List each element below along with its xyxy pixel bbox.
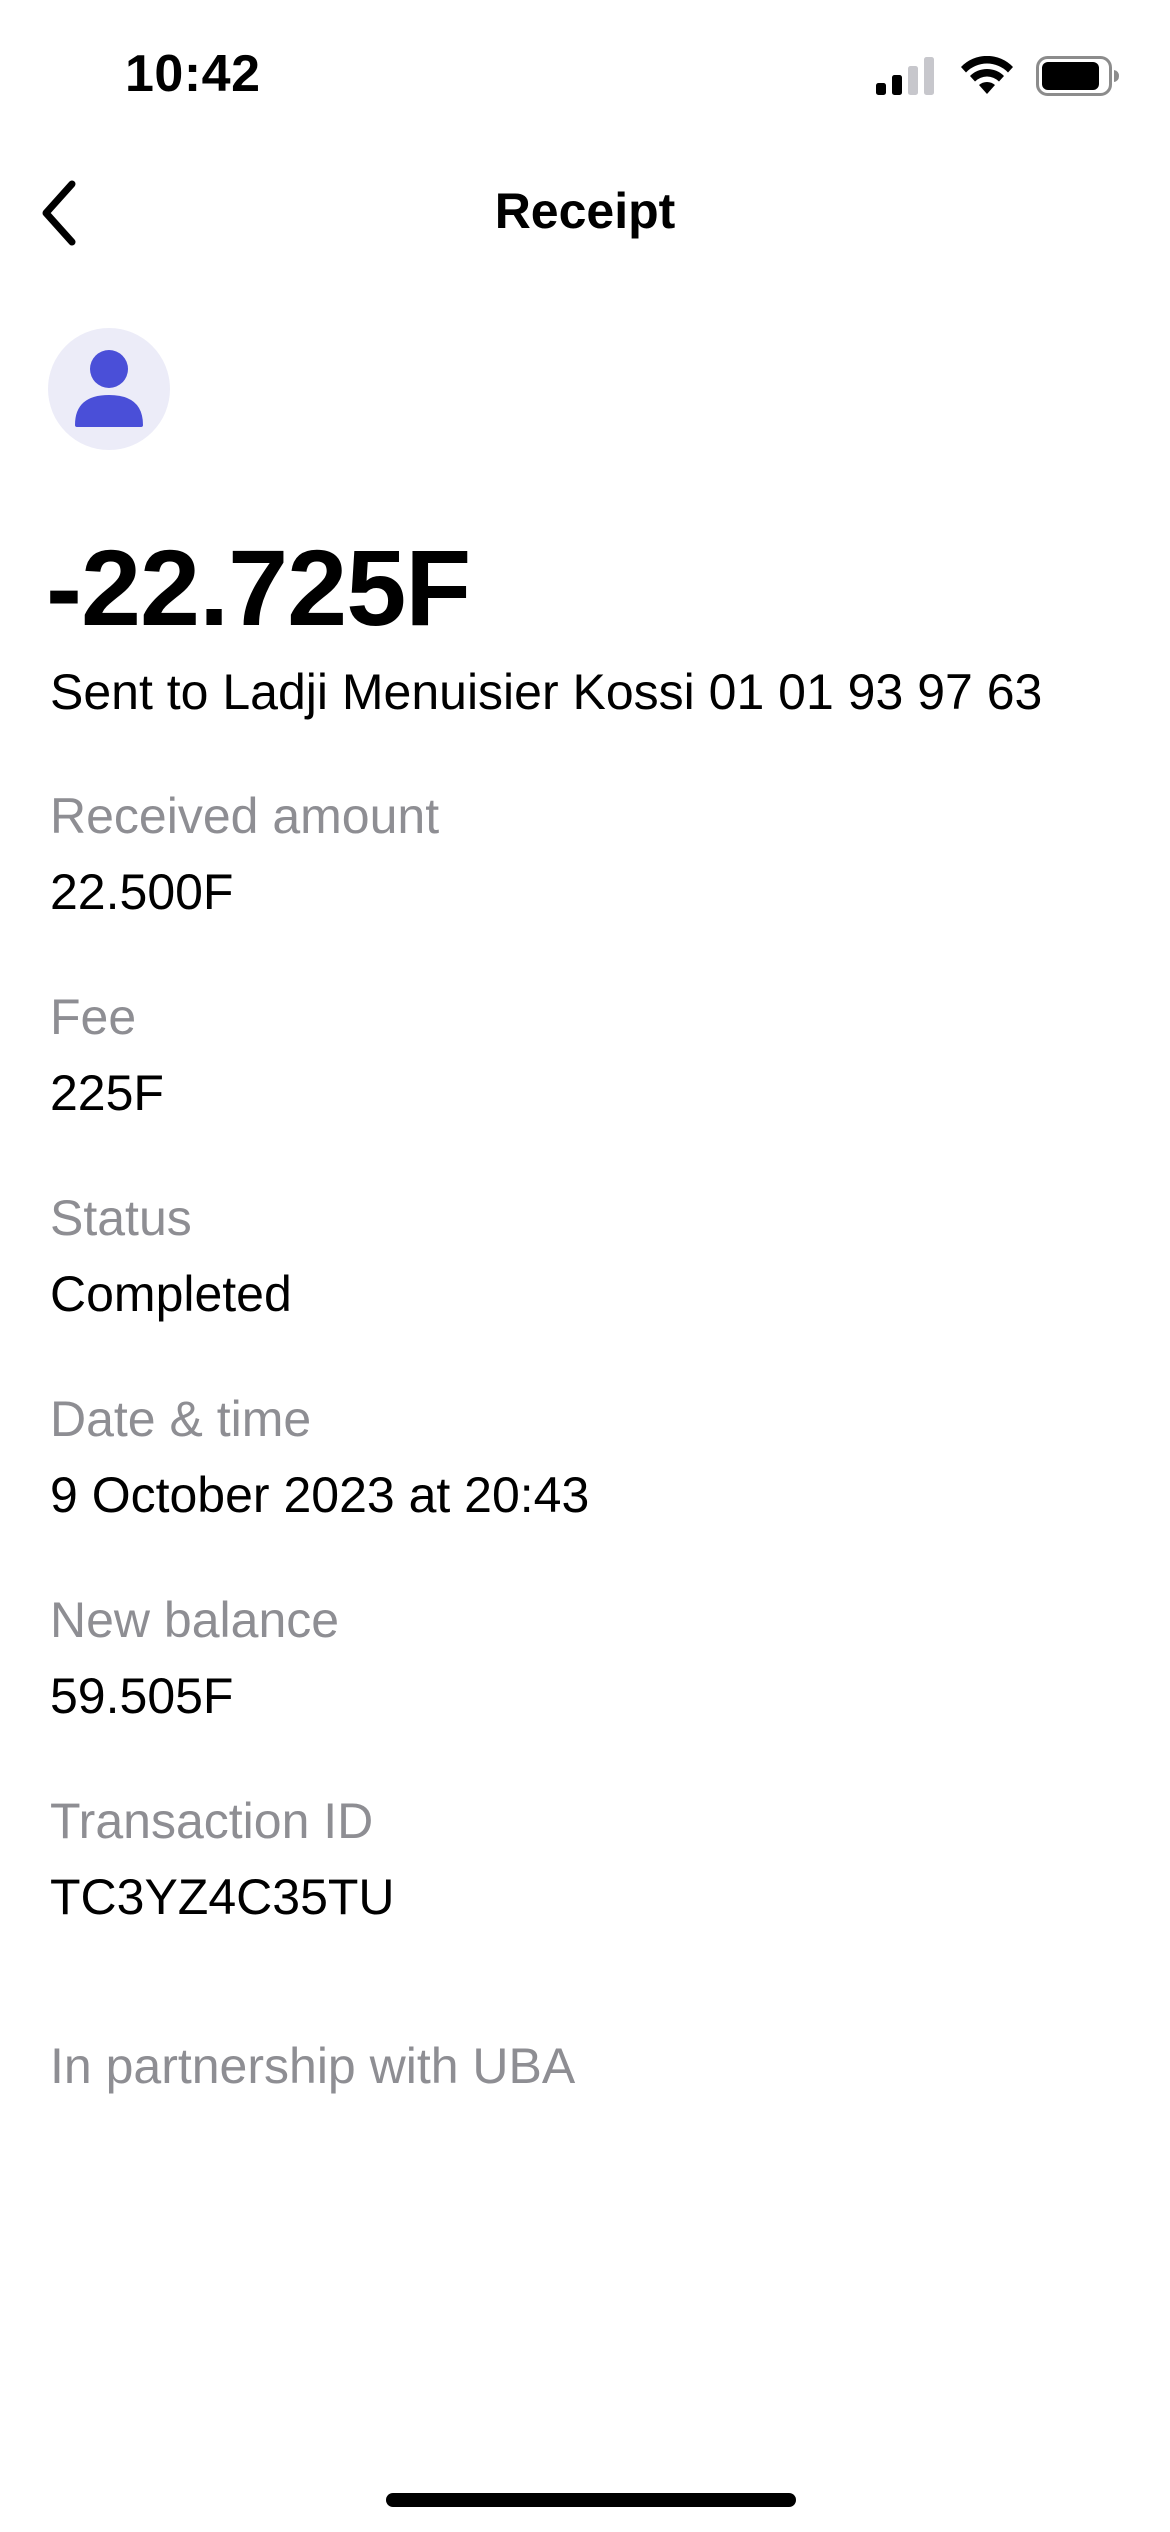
transaction-amount: -22.725F (46, 527, 471, 648)
detail-value: 9 October 2023 at 20:43 (50, 1467, 590, 1523)
person-icon (73, 347, 145, 432)
detail-value: 225F (50, 1065, 164, 1121)
detail-value: Completed (50, 1266, 292, 1322)
battery-icon (1036, 55, 1120, 101)
cellular-signal-icon (876, 56, 938, 100)
status-icons (876, 55, 1120, 101)
transaction-details: Received amount 22.500F Fee 225F Status … (50, 786, 1120, 1992)
detail-status: Status Completed (50, 1188, 1120, 1389)
avatar (48, 328, 170, 450)
page-title: Receipt (494, 183, 676, 239)
detail-label: New balance (50, 1592, 340, 1648)
detail-label: Date & time (50, 1391, 312, 1447)
detail-label: Transaction ID (50, 1793, 374, 1849)
status-time: 10:42 (125, 45, 261, 103)
nav-bar: Receipt (0, 160, 1170, 270)
detail-date-time: Date & time 9 October 2023 at 20:43 (50, 1389, 1120, 1590)
detail-label: Status (50, 1190, 192, 1246)
detail-value: TC3YZ4C35TU (50, 1869, 395, 1925)
wifi-icon (960, 55, 1014, 101)
detail-transaction-id: Transaction ID TC3YZ4C35TU (50, 1791, 1120, 1992)
partnership-note: In partnership with UBA (50, 2038, 576, 2094)
recipient-line: Sent to Ladji Menuisier Kossi 01 01 93 9… (50, 664, 1043, 720)
detail-value: 22.500F (50, 864, 234, 920)
status-bar: 10:42 (0, 0, 1170, 150)
detail-received-amount: Received amount 22.500F (50, 786, 1120, 987)
home-indicator[interactable] (386, 2493, 796, 2507)
detail-label: Fee (50, 989, 137, 1045)
detail-new-balance: New balance 59.505F (50, 1590, 1120, 1791)
detail-value: 59.505F (50, 1668, 234, 1724)
detail-fee: Fee 225F (50, 987, 1120, 1188)
detail-label: Received amount (50, 788, 440, 844)
